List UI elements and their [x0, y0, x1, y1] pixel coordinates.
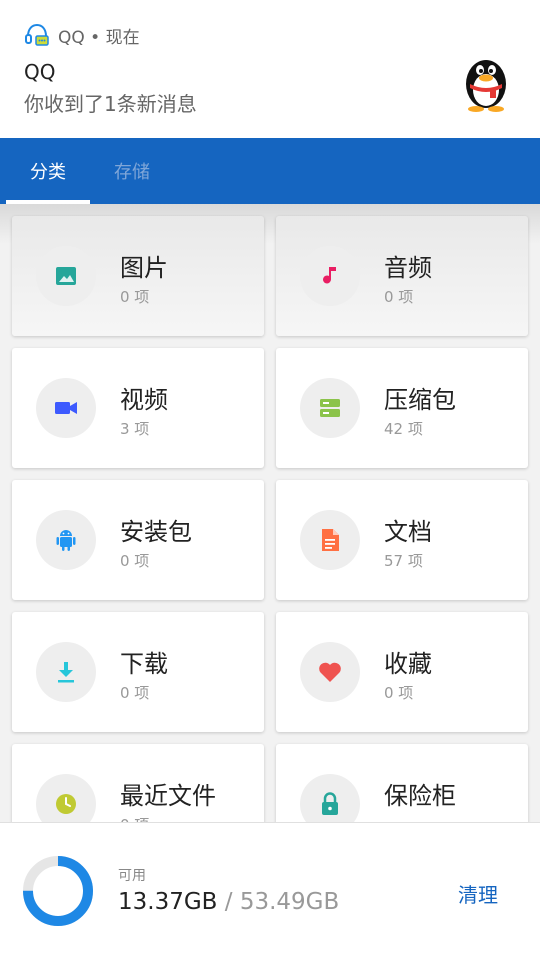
- android-icon: [36, 510, 96, 570]
- document-icon: [300, 510, 360, 570]
- category-title: 收藏: [384, 650, 432, 678]
- storage-values: 13.37GB / 53.49GB: [118, 889, 339, 915]
- category-card-recent-files[interactable]: 最近文件 0 项: [12, 744, 264, 822]
- category-title: 安装包: [120, 518, 192, 546]
- archive-icon: [300, 378, 360, 438]
- category-count: 0 项: [384, 288, 414, 306]
- category-grid: 图片 0 项 音频 0 项 视频 3 项 压缩包 42 项 安装包 0 项 文档: [0, 204, 540, 822]
- category-count: 0 项: [120, 684, 150, 702]
- category-card-apks[interactable]: 安装包 0 项: [12, 480, 264, 600]
- qq-small-icon: [24, 22, 50, 48]
- heart-icon: [300, 642, 360, 702]
- clean-button[interactable]: 清理: [458, 879, 498, 908]
- qq-notification[interactable]: QQ • 现在 QQ 你收到了1条新消息: [0, 0, 540, 138]
- tab-categories[interactable]: 分类: [6, 138, 90, 204]
- category-title: 文档: [384, 518, 432, 546]
- category-count: 0 项: [120, 552, 150, 570]
- category-card-video[interactable]: 视频 3 项: [12, 348, 264, 468]
- category-card-downloads[interactable]: 下载 0 项: [12, 612, 264, 732]
- tab-storage[interactable]: 存储: [90, 138, 174, 204]
- category-count: 57 项: [384, 552, 423, 570]
- category-card-documents[interactable]: 文档 57 项: [276, 480, 528, 600]
- category-title: 视频: [120, 386, 168, 414]
- notification-header: QQ • 现在: [24, 22, 140, 48]
- lock-icon: [300, 774, 360, 822]
- category-title: 保险柜: [384, 782, 456, 810]
- notification-app-label: QQ • 现在: [58, 27, 140, 48]
- notification-title: QQ: [24, 60, 56, 84]
- category-title: 下载: [120, 650, 168, 678]
- image-icon: [36, 246, 96, 306]
- category-count: 0 项: [384, 684, 414, 702]
- category-title: 最近文件: [120, 782, 216, 810]
- storage-usage-ring: [22, 855, 94, 931]
- category-card-audio[interactable]: 音频 0 项: [276, 216, 528, 336]
- tab-bar: 分类 存储: [0, 138, 540, 204]
- total-space: 53.49GB: [239, 889, 340, 915]
- available-space: 13.37GB: [118, 889, 218, 915]
- category-count: 0 项: [120, 288, 150, 306]
- category-title: 音频: [384, 254, 432, 282]
- clock-icon: [36, 774, 96, 822]
- download-icon: [36, 642, 96, 702]
- storage-separator: /: [217, 889, 240, 915]
- notification-body: 你收到了1条新消息: [24, 92, 197, 116]
- category-card-images[interactable]: 图片 0 项: [12, 216, 264, 336]
- qq-penguin-icon: [460, 52, 512, 116]
- available-label: 可用: [118, 868, 146, 884]
- category-count: 0 项: [120, 814, 149, 822]
- category-title: 图片: [120, 254, 168, 282]
- music-note-icon: [300, 246, 360, 306]
- storage-summary: 可用 13.37GB / 53.49GB 清理: [0, 822, 540, 960]
- category-card-safe[interactable]: 保险柜: [276, 744, 528, 822]
- category-card-archives[interactable]: 压缩包 42 项: [276, 348, 528, 468]
- category-count: 42 项: [384, 420, 423, 438]
- video-camera-icon: [36, 378, 96, 438]
- category-card-favorites[interactable]: 收藏 0 项: [276, 612, 528, 732]
- category-title: 压缩包: [384, 386, 456, 414]
- category-count: 3 项: [120, 420, 150, 438]
